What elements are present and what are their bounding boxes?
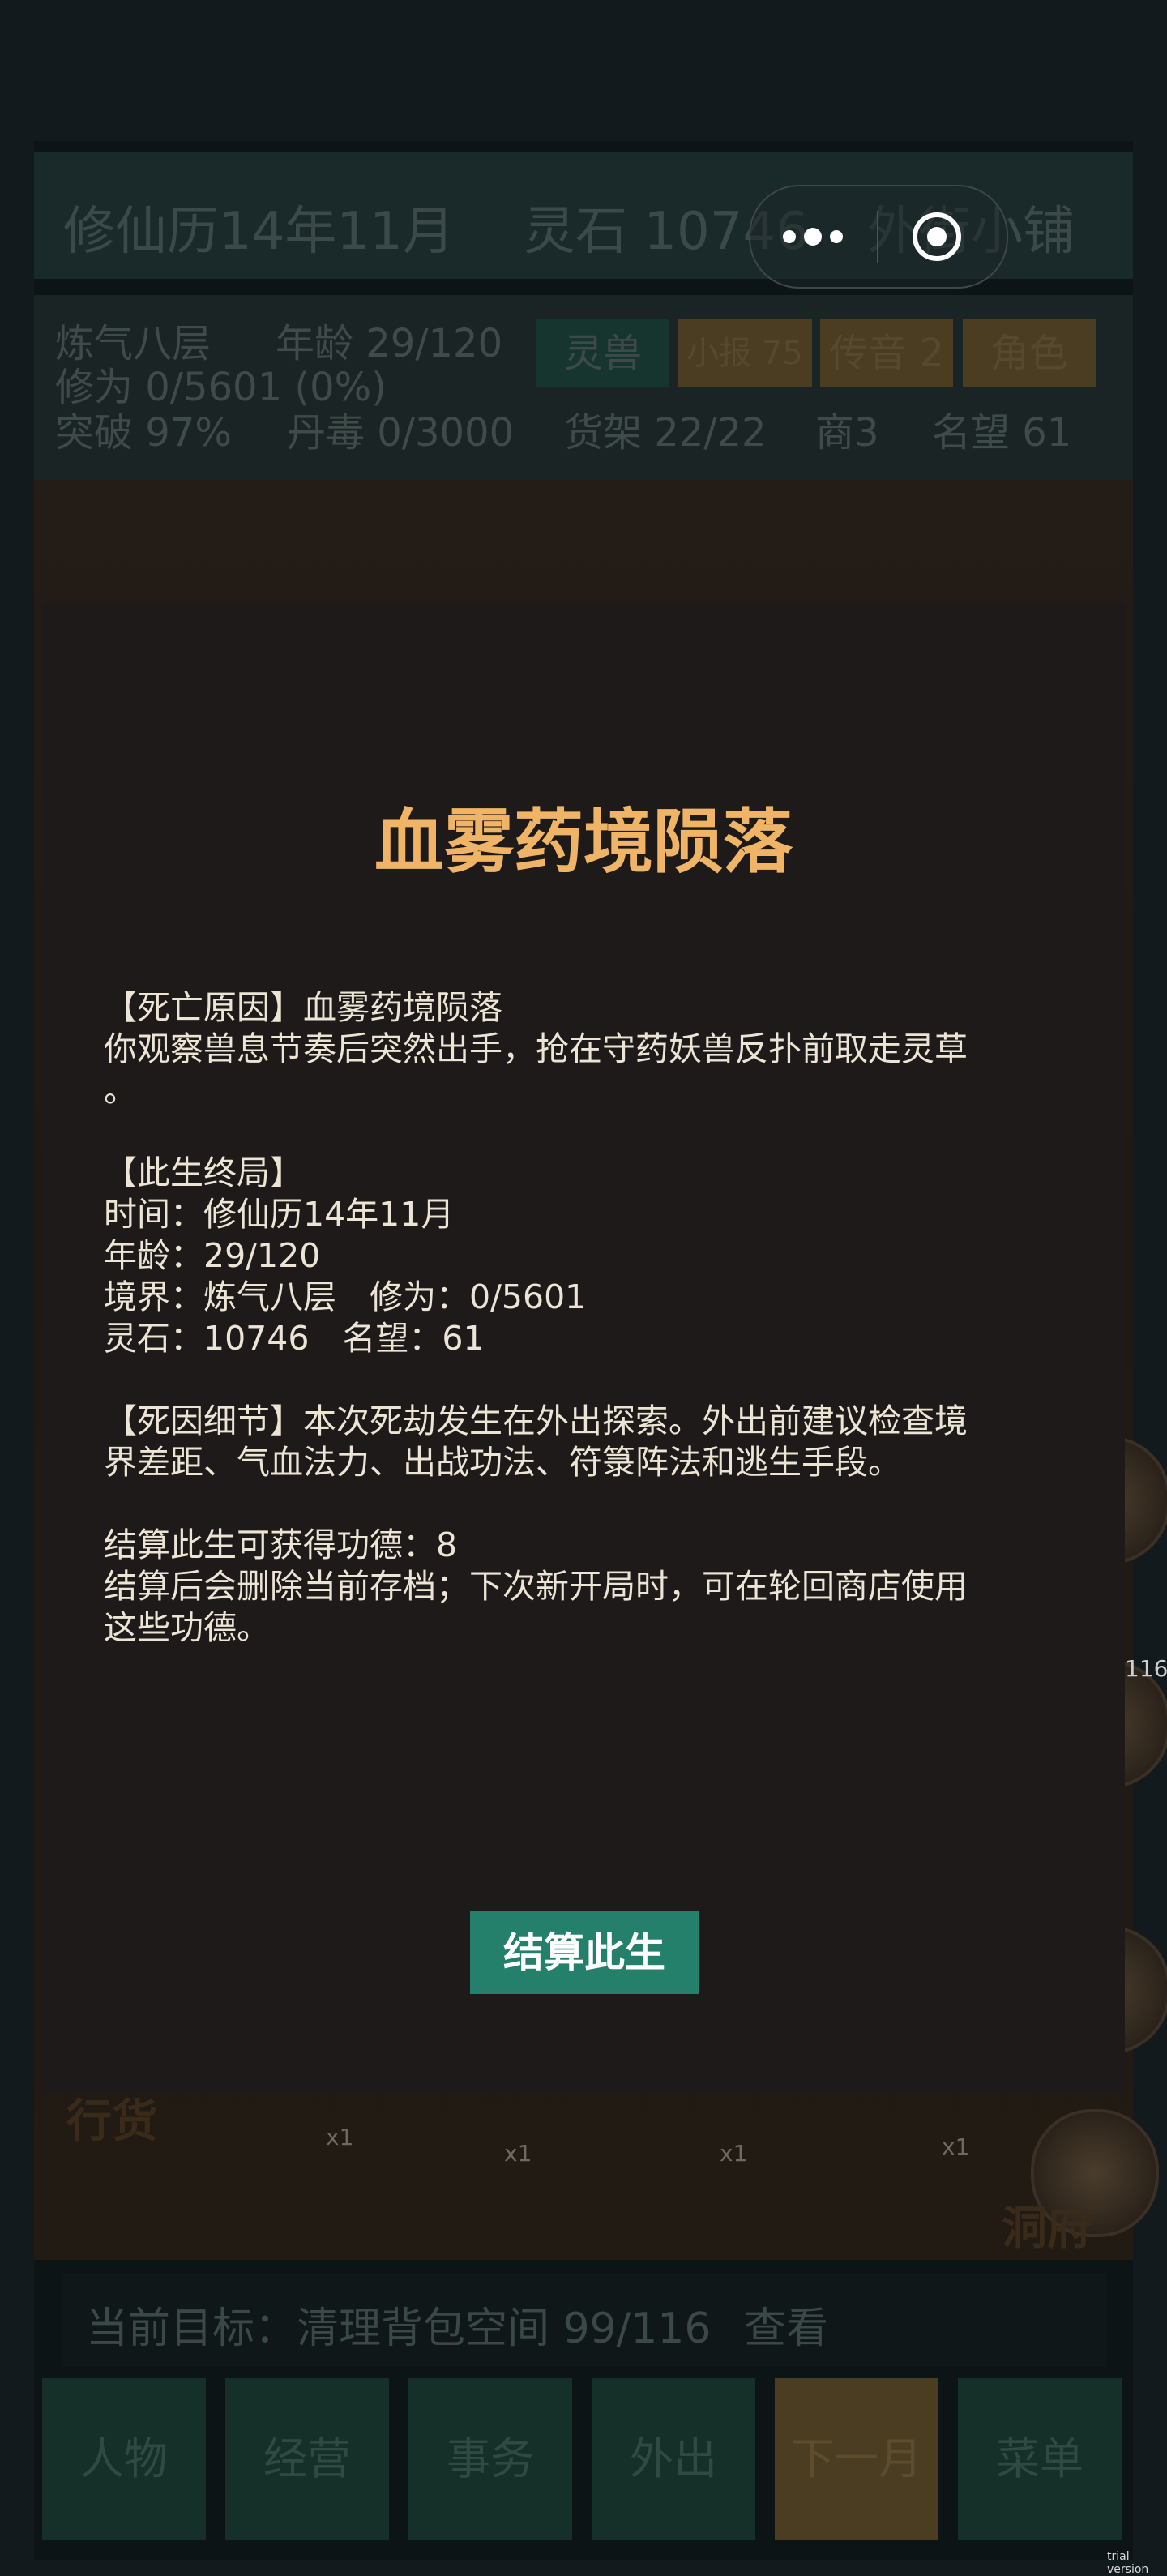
dialog-line: 【此生终局】: [104, 1153, 303, 1192]
item-count: x1: [326, 2124, 354, 2150]
dialog-title: 血雾药境陨落: [374, 802, 793, 883]
dialog-line: 结算此生可获得功德：8: [104, 1525, 458, 1564]
character-button[interactable]: 角色: [963, 319, 1096, 387]
dialog-line: 灵石：10746 名望：61: [104, 1319, 485, 1358]
current-goal-bar: 当前目标：清理背包空间 99/116 查看: [62, 2273, 1107, 2367]
dialog-spacer: [104, 1359, 1076, 1401]
dialog-body: 【死亡原因】血雾药境陨落 你观察兽息节奏后突然出手，抢在守药妖兽反扑前取走灵草 …: [104, 987, 1076, 1649]
game-date: 修仙历14年11月: [63, 202, 455, 262]
dialog-line: 你观察兽息节奏后突然出手，抢在守药妖兽反扑前取走灵草: [104, 1029, 968, 1068]
death-dialog: 血雾药境陨落 【死亡原因】血雾药境陨落 你观察兽息节奏后突然出手，抢在守药妖兽反…: [42, 603, 1125, 2093]
nav-outing[interactable]: 外出: [592, 2378, 755, 2540]
item-count: x1: [504, 2140, 532, 2167]
dialog-line: 【死因细节】本次死劫发生在外出探索。外出前建议检查境: [104, 1401, 968, 1440]
spirit-beast-button[interactable]: 灵兽: [536, 319, 669, 387]
more-icon[interactable]: [783, 222, 844, 251]
dialog-line: 时间：修仙历14年11月: [104, 1195, 455, 1234]
dialog-line: 界差距、气血法力、出战功法、符箓阵法和逃生手段。: [104, 1443, 901, 1482]
settle-life-button[interactable]: 结算此生: [470, 1911, 699, 1994]
close-miniprogram-icon[interactable]: [911, 211, 963, 263]
shelf: 货架 22/22: [564, 410, 767, 456]
pill-poison: 丹毒 0/3000: [287, 410, 515, 456]
messages-button[interactable]: 传音 2: [820, 319, 953, 387]
news-button[interactable]: 小报 75: [678, 319, 812, 387]
dialog-spacer: [104, 1111, 1076, 1153]
nav-character[interactable]: 人物: [42, 2378, 206, 2540]
item-count: x1: [942, 2133, 970, 2160]
miniprogram-capsule: [749, 185, 1008, 289]
scene-sign-right[interactable]: 洞府: [1002, 2192, 1092, 2257]
breakthrough: 突破 97%: [55, 410, 232, 456]
dialog-line: 境界：炼气八层 修为：0/5601: [104, 1277, 587, 1316]
item-count: x1: [720, 2140, 748, 2167]
scene-sign-left: 行货: [66, 2095, 157, 2148]
goal-view-link[interactable]: 查看: [744, 2294, 828, 2355]
reputation: 名望 61: [932, 410, 1072, 456]
trial-watermark: trial version: [1107, 2550, 1149, 2576]
capsule-divider: [877, 211, 878, 263]
nav-business[interactable]: 经营: [225, 2378, 389, 2540]
dialog-line: 这些功德。: [104, 1608, 270, 1647]
dialog-line: 年龄：29/120: [104, 1236, 321, 1275]
dialog-spacer: [104, 1483, 1076, 1525]
merchants: 商3: [815, 410, 879, 456]
nav-next-month[interactable]: 下一月: [775, 2378, 938, 2540]
nav-menu[interactable]: 菜单: [958, 2378, 1122, 2540]
dialog-line: 结算后会删除当前存档；下次新开局时，可在轮回商店使用: [104, 1567, 968, 1606]
dialog-line: 【死亡原因】血雾药境陨落: [104, 988, 502, 1027]
goal-text: 当前目标：清理背包空间 99/116: [86, 2304, 712, 2353]
dialog-line: 。: [104, 1071, 137, 1110]
nav-affairs[interactable]: 事务: [408, 2378, 572, 2540]
side-counter: 116: [1125, 1655, 1167, 1682]
